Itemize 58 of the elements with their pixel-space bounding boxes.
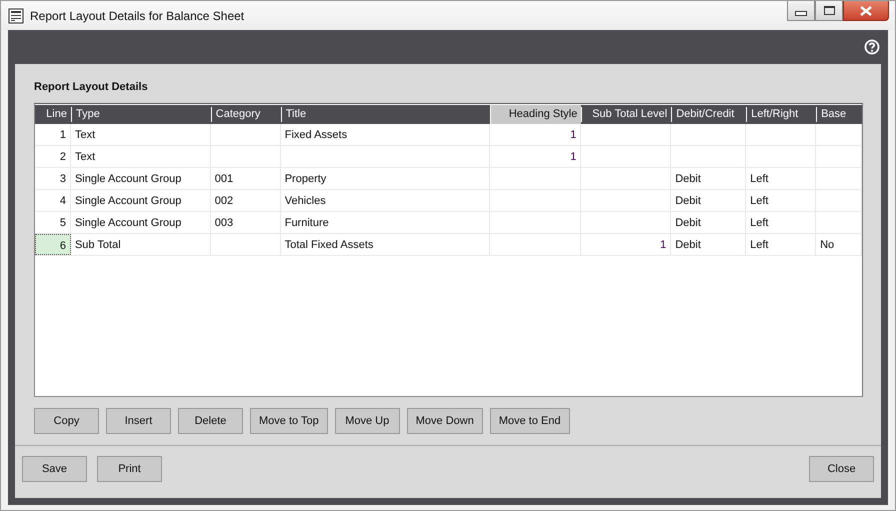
column-header[interactable]: Category [210,107,281,122]
column-header[interactable]: Left/Right [746,107,816,122]
table-cell: Text [70,124,211,145]
action-button[interactable]: Move to End [490,408,570,434]
table-cell: Text [70,146,211,167]
table-cell: 1 [35,124,71,145]
table-cell: 2 [35,146,71,167]
action-button[interactable]: Move Down [406,408,483,434]
action-button[interactable]: Move Up [334,408,400,434]
column-header[interactable]: Type [70,107,211,122]
table-cell: Debit [671,212,746,233]
table-cell: Total Fixed Assets [280,234,490,255]
table-cell: Sub Total [70,234,211,255]
footer-button[interactable]: Print [97,456,162,482]
table-cell: 002 [210,190,281,211]
column-header[interactable]: Heading Style [490,105,582,124]
close-button[interactable] [843,1,889,21]
table-cell: 1 [490,146,582,167]
table-cell: Single Account Group [70,212,211,233]
table-cell: 4 [35,190,71,211]
table-cell: Left [746,168,816,189]
column-header[interactable]: Sub Total Level [581,107,672,122]
table-cell: 1 [490,124,582,145]
table-cell: No [816,234,862,255]
table-cell: Single Account Group [70,168,211,189]
action-button[interactable]: Copy [34,408,99,434]
footer-button[interactable]: Save [22,456,87,482]
table-cell: Property [280,168,490,189]
table-cell: 003 [210,212,281,233]
table-cell: Debit [671,168,746,189]
table-cell: Debit [671,234,746,255]
section-title: Report Layout Details [34,81,149,93]
table-cell: 1 [581,234,672,255]
table-cell: Vehicles [280,190,490,211]
window-title: Report Layout Details for Balance Sheet [30,8,244,22]
table-cell: 001 [210,168,281,189]
help-icon[interactable] [864,39,880,55]
close-dialog-button[interactable]: Close [809,456,874,482]
action-button[interactable]: Delete [178,408,243,434]
table-cell: Debit [671,190,746,211]
column-header[interactable]: Line [35,107,71,122]
window-icon [8,8,24,24]
table-cell: Left [746,212,816,233]
table-cell: 5 [35,212,71,233]
action-button[interactable]: Move to Top [250,408,328,434]
minimize-button[interactable] [787,1,815,21]
close-icon[interactable] [859,6,873,16]
table-cell: Fixed Assets [280,124,490,145]
action-button[interactable]: Insert [106,408,171,434]
table-cell: Single Account Group [70,190,211,211]
table-cell: 6 [35,234,71,255]
table-cell: Furniture [280,212,490,233]
maximize-button[interactable] [815,1,843,21]
column-header[interactable]: Debit/Credit [671,107,746,122]
table-cell: 3 [35,168,71,189]
column-header[interactable]: Base [816,107,862,122]
table-cell: Left [746,190,816,211]
table-cell: Left [746,234,816,255]
